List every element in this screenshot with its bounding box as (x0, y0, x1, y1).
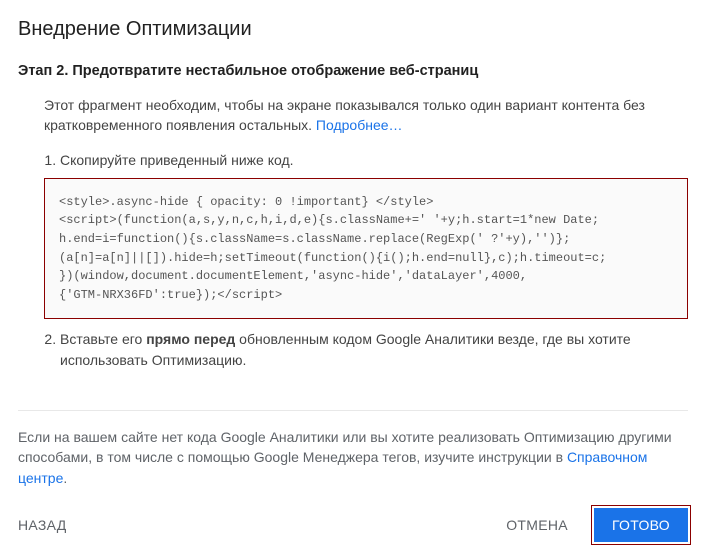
cancel-button[interactable]: ОТМЕНА (490, 508, 584, 542)
help-note: Если на вашем сайте нет кода Google Анал… (18, 410, 688, 488)
learn-more-link[interactable]: Подробнее… (316, 117, 403, 133)
step-item-1-text: Скопируйте приведенный ниже код. (60, 152, 294, 168)
dialog-title: Внедрение Оптимизации (18, 18, 688, 41)
step-list: Скопируйте приведенный ниже код. <style>… (18, 150, 688, 380)
step-intro: Этот фрагмент необходим, чтобы на экране… (18, 95, 688, 136)
step-item-2-prefix: Вставьте его (60, 331, 146, 347)
code-snippet[interactable]: <style>.async-hide { opacity: 0 !importa… (44, 178, 688, 320)
done-button[interactable]: ГОТОВО (594, 508, 688, 542)
step-item-2: Вставьте его прямо перед обновленным код… (60, 329, 688, 370)
step-item-2-bold: прямо перед (146, 331, 235, 347)
back-button[interactable]: НАЗАД (18, 508, 83, 542)
dialog-actions: НАЗАД ОТМЕНА ГОТОВО (18, 508, 688, 542)
step-item-1: Скопируйте приведенный ниже код. <style>… (60, 150, 688, 320)
step-heading: Этап 2. Предотвратите нестабильное отобр… (18, 63, 688, 79)
help-note-suffix: . (63, 470, 67, 486)
